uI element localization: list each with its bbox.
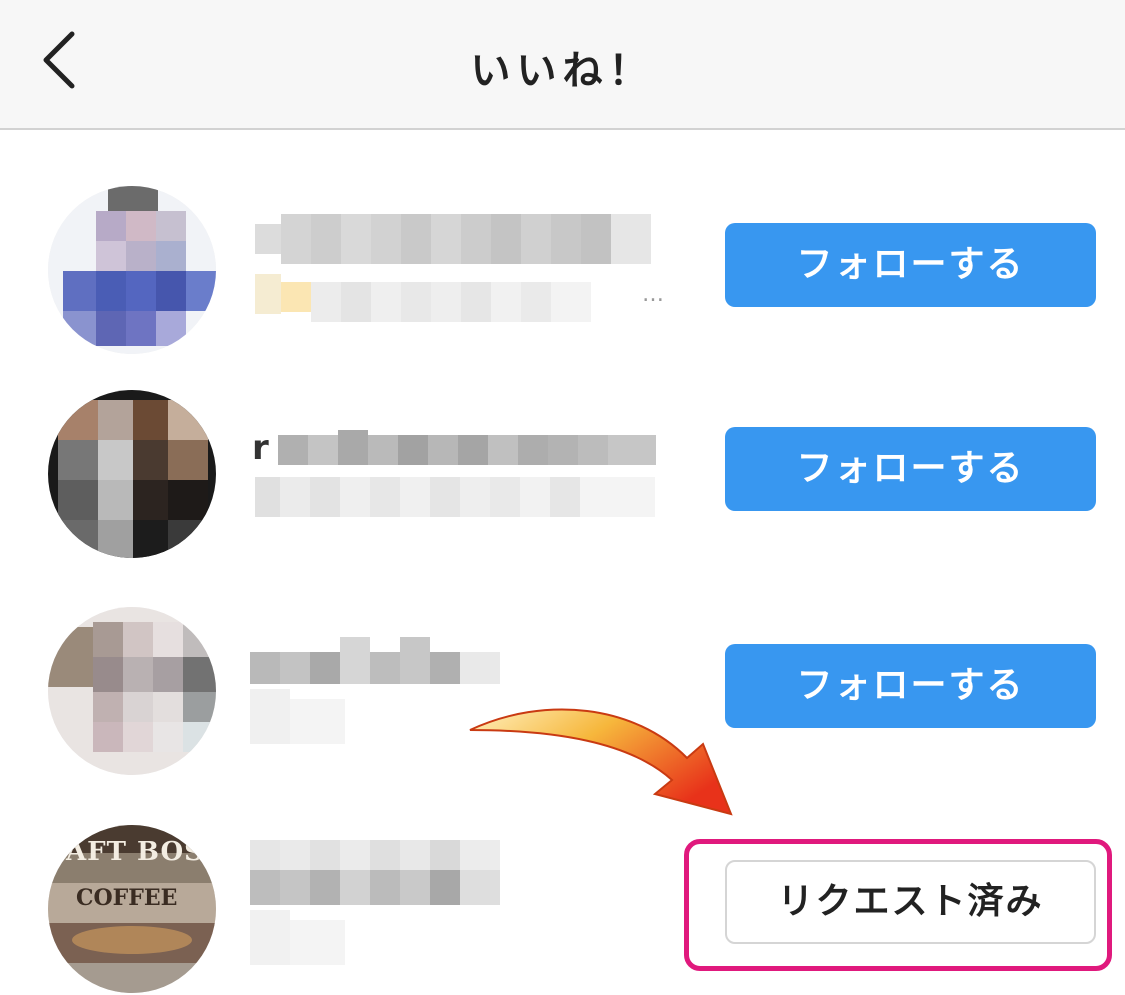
nav-header: いいね！ bbox=[0, 0, 1125, 130]
avatar[interactable] bbox=[48, 186, 216, 354]
follow-button[interactable]: フォローする bbox=[725, 644, 1096, 728]
user-bio-text bbox=[250, 689, 350, 749]
username-text[interactable] bbox=[278, 430, 658, 470]
list-item[interactable]: … フォローする bbox=[0, 186, 1125, 376]
follow-button[interactable]: フォローする bbox=[725, 223, 1096, 307]
page-title: いいね！ bbox=[470, 48, 655, 94]
avatar-sublabel: COFFEE bbox=[76, 885, 178, 911]
avatar-label: AFT BOS bbox=[66, 837, 204, 867]
username-text[interactable] bbox=[250, 840, 510, 910]
overflow-ellipsis: … bbox=[642, 282, 666, 307]
annotation-arrow-icon bbox=[465, 690, 755, 834]
avatar[interactable] bbox=[48, 607, 216, 775]
username-initial[interactable]: r bbox=[252, 428, 269, 468]
username-text[interactable] bbox=[250, 637, 510, 687]
avatar[interactable] bbox=[48, 390, 216, 558]
user-bio-text bbox=[250, 910, 350, 970]
username-text[interactable] bbox=[255, 214, 655, 264]
list-item[interactable]: r フォローする bbox=[0, 390, 1125, 565]
user-bio-text bbox=[255, 274, 635, 334]
follow-button[interactable]: フォローする bbox=[725, 427, 1096, 511]
requested-button[interactable]: リクエスト済み bbox=[725, 860, 1096, 944]
user-bio-text bbox=[255, 472, 655, 522]
avatar[interactable]: AFT BOS COFFEE bbox=[48, 825, 216, 993]
